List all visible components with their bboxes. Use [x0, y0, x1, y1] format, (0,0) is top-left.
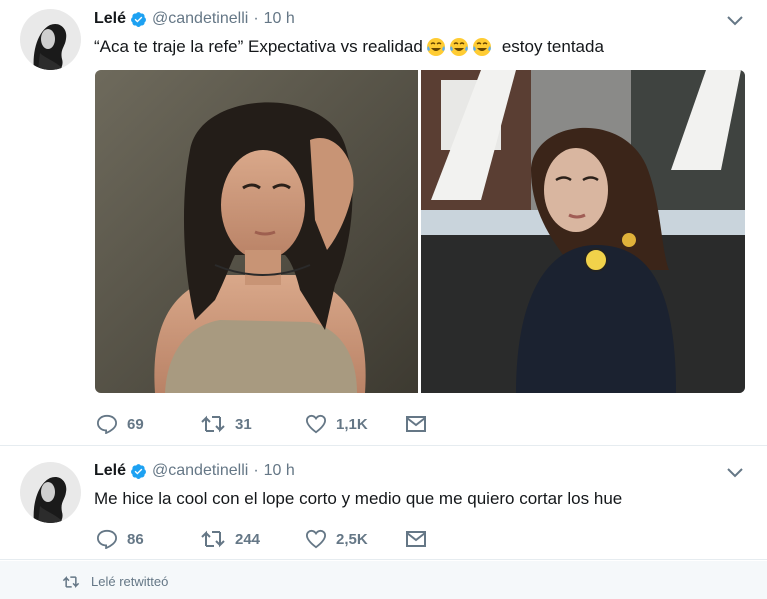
tweet[interactable]: Lelé @candetinelli · 10 h Me hice la coo…: [0, 447, 767, 560]
tweet-text-suffix: estoy tentada: [501, 37, 604, 56]
tweet-text-main: “Aca te traje la refe” Expectativa vs re…: [94, 37, 423, 56]
message-icon: [406, 531, 426, 547]
avatar[interactable]: [20, 9, 81, 70]
user-handle[interactable]: @candetinelli: [152, 10, 248, 28]
message-button[interactable]: [405, 530, 427, 548]
tweet-text: Me hice la cool con el lope corto y medi…: [94, 489, 622, 509]
reply-button[interactable]: 69: [96, 414, 200, 434]
tweet-actions: 86 244 2,5K: [96, 529, 427, 549]
tweet-text: “Aca te traje la refe” Expectativa vs re…: [94, 37, 604, 57]
tweet-header: Lelé @candetinelli · 10 h: [94, 10, 295, 28]
display-name[interactable]: Lelé: [94, 462, 126, 480]
retweet-button[interactable]: 244: [200, 529, 305, 549]
tweet-header: Lelé @candetinelli · 10 h: [94, 462, 295, 480]
media-photo[interactable]: [421, 70, 745, 393]
verified-badge-icon: [130, 463, 147, 480]
retweet-count: 31: [235, 415, 252, 433]
separator: ·: [253, 462, 259, 479]
reply-count: 69: [127, 415, 144, 433]
display-name[interactable]: Lelé: [94, 10, 126, 28]
reply-button[interactable]: 86: [96, 529, 200, 549]
user-handle[interactable]: @candetinelli: [152, 462, 248, 480]
separator: ·: [253, 10, 259, 27]
retweet-icon: [201, 530, 225, 548]
retweet-context[interactable]: Lelé retwitteó: [62, 574, 168, 589]
like-count: 1,1K: [336, 415, 368, 433]
tweet[interactable]: Lelé @candetinelli · 10 h “Aca te traje …: [0, 0, 767, 446]
verified-badge-icon: [130, 11, 147, 28]
message-icon: [406, 416, 426, 432]
retweet-icon: [201, 415, 225, 433]
tweet-text-main: Me hice la cool con el lope corto y medi…: [94, 489, 623, 508]
emoji-tears-of-joy-icon: [472, 37, 492, 57]
retweet-context-label: Lelé retwitteó: [91, 574, 169, 589]
like-button[interactable]: 1,1K: [305, 414, 405, 434]
avatar[interactable]: [20, 462, 81, 523]
media-photo[interactable]: [95, 70, 418, 393]
emoji-tears-of-joy-icon: [449, 37, 469, 57]
media-grid: [95, 70, 745, 393]
message-button[interactable]: [405, 415, 427, 433]
heart-icon: [305, 529, 327, 549]
emoji-tears-of-joy-icon: [426, 37, 446, 57]
reply-icon: [96, 414, 118, 434]
reply-count: 86: [127, 530, 144, 548]
heart-icon: [305, 414, 327, 434]
retweet-icon: [62, 575, 80, 588]
reply-icon: [96, 529, 118, 549]
retweet-count: 244: [235, 530, 261, 548]
chevron-down-icon[interactable]: [725, 14, 745, 28]
timestamp[interactable]: 10 h: [264, 462, 295, 480]
like-count: 2,5K: [336, 530, 368, 548]
retweet-button[interactable]: 31: [200, 414, 305, 434]
like-button[interactable]: 2,5K: [305, 529, 405, 549]
chevron-down-icon[interactable]: [725, 466, 745, 480]
timestamp[interactable]: 10 h: [264, 10, 295, 28]
tweet-actions: 69 31 1,1K: [96, 414, 427, 434]
